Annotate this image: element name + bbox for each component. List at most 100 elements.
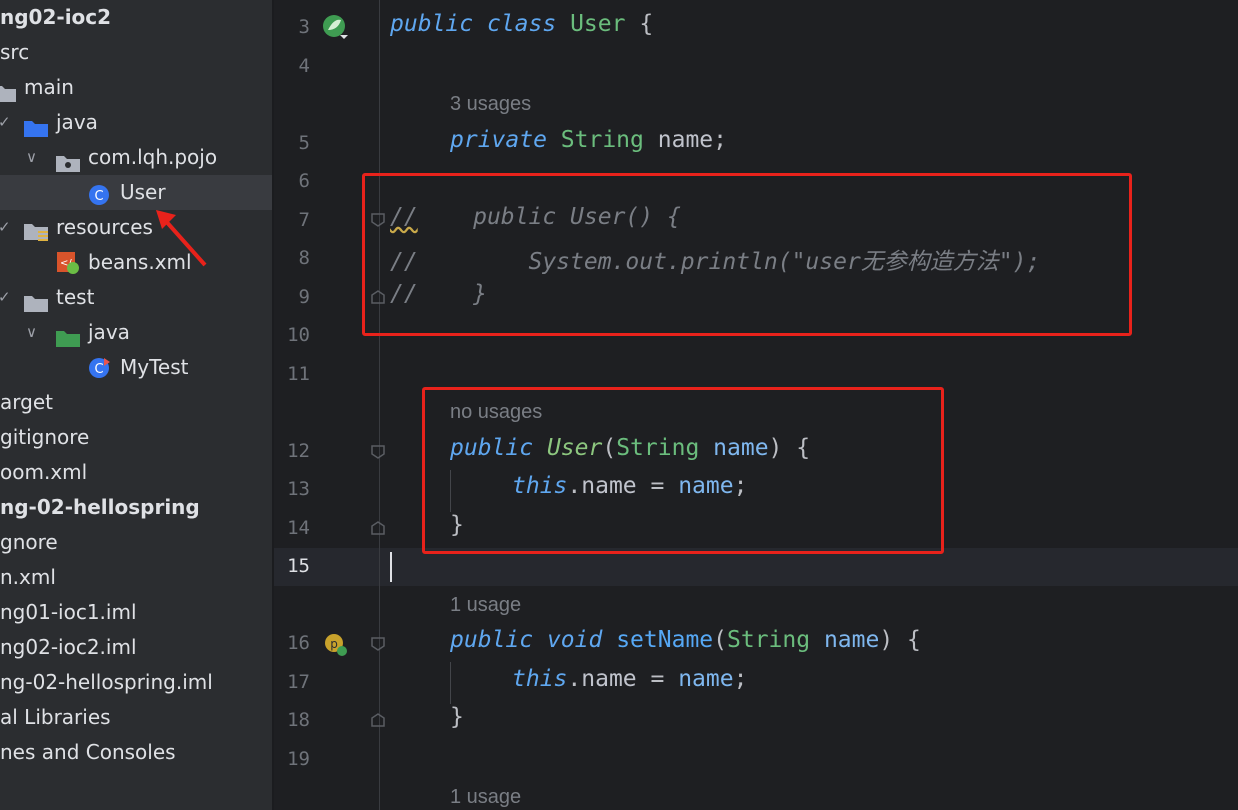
line-number: 6 bbox=[298, 170, 310, 192]
tree-item-package[interactable]: ∨ com.lqh.pojo bbox=[0, 140, 272, 175]
tree-item-label: main bbox=[24, 75, 74, 99]
tree-item-hellospring-iml[interactable]: ng-02-hellospring.iml bbox=[0, 665, 272, 700]
line-number: 12 bbox=[287, 440, 310, 462]
annotation-box-commented-constructor bbox=[362, 173, 1132, 336]
tree-item-label: src bbox=[0, 40, 30, 64]
chevron-down-icon[interactable]: ✓ bbox=[0, 210, 11, 245]
keyword: this bbox=[512, 666, 568, 692]
tree-item-label: n.xml bbox=[0, 565, 56, 589]
code-line-18[interactable]: } bbox=[450, 704, 464, 730]
line-number: 7 bbox=[298, 209, 310, 231]
semicolon: ; bbox=[713, 127, 727, 153]
parameter: name bbox=[678, 666, 734, 692]
code-line-16[interactable]: public void setName(String name) { bbox=[450, 627, 921, 653]
svg-text:C: C bbox=[94, 362, 103, 377]
line-number: 5 bbox=[298, 132, 310, 154]
tree-item-label: com.lqh.pojo bbox=[88, 145, 218, 169]
tree-item-label: arget bbox=[0, 390, 53, 414]
annotation-box-param-constructor bbox=[422, 387, 944, 554]
tree-item-label: oom.xml bbox=[0, 460, 88, 484]
line-number: 17 bbox=[287, 671, 310, 693]
chevron-down-icon[interactable]: ✓ bbox=[0, 280, 11, 315]
tree-item-label: MyTest bbox=[120, 355, 189, 379]
brace: { bbox=[639, 11, 654, 37]
tree-item-label: ng02-ioc2 bbox=[0, 5, 112, 29]
line-number: 3 bbox=[298, 16, 310, 38]
fold-close-icon[interactable] bbox=[371, 521, 385, 535]
tree-item-label: ng-02-hellospring.iml bbox=[0, 670, 213, 694]
fold-close-icon[interactable] bbox=[371, 713, 385, 727]
field: name bbox=[581, 666, 637, 692]
line-number: 16 bbox=[287, 632, 310, 654]
tree-item-module-hellospring[interactable]: ng-02-hellospring bbox=[0, 490, 272, 525]
usage-hint[interactable]: 1 usage bbox=[450, 786, 521, 809]
keyword: public bbox=[450, 627, 534, 653]
tree-item-ioc1-iml[interactable]: ng01-ioc1.iml bbox=[0, 595, 272, 630]
tree-item-label: gnore bbox=[0, 530, 58, 554]
type: String bbox=[727, 627, 811, 653]
tree-item-label: java bbox=[88, 320, 130, 344]
keyword: private bbox=[450, 127, 547, 153]
tree-item-mytest[interactable]: C MyTest bbox=[0, 350, 272, 385]
field: name bbox=[657, 127, 714, 153]
tree-item-main[interactable]: main bbox=[0, 70, 272, 105]
tree-item-ioc2-iml[interactable]: ng02-ioc2.iml bbox=[0, 630, 272, 665]
tree-item-test[interactable]: ✓ test bbox=[0, 280, 272, 315]
tree-item-beans-xml[interactable]: </ beans.xml bbox=[0, 245, 272, 280]
line-number: 8 bbox=[298, 247, 310, 269]
tree-item-label: ng02-ioc2.iml bbox=[0, 635, 137, 659]
tree-item-label: test bbox=[56, 285, 95, 309]
line-number: 9 bbox=[298, 286, 310, 308]
tree-item-label: ng01-ioc1.iml bbox=[0, 600, 137, 624]
annotation-arrow-icon bbox=[156, 210, 207, 267]
line-number: 4 bbox=[298, 55, 310, 77]
code-line-3[interactable]: public class User { bbox=[390, 11, 653, 37]
line-number: 14 bbox=[287, 517, 310, 539]
tree-item-user-class[interactable]: C User bbox=[0, 175, 272, 210]
svg-text:C: C bbox=[94, 189, 103, 204]
class-name: User bbox=[570, 11, 626, 37]
keyword: class bbox=[486, 11, 557, 37]
usage-hint[interactable]: 1 usage bbox=[450, 594, 521, 617]
keyword: void bbox=[546, 627, 603, 653]
tree-item-label: nes and Consoles bbox=[0, 740, 176, 764]
line-number: 15 bbox=[287, 555, 310, 577]
chevron-down-icon[interactable]: ∨ bbox=[26, 315, 37, 350]
tree-item-label: java bbox=[56, 110, 98, 134]
tree-item-gitignore-root[interactable]: gnore bbox=[0, 525, 272, 560]
line-number: 19 bbox=[287, 748, 310, 770]
code-editor[interactable]: 3 4 5 6 7 8 9 10 11 12 13 14 15 16 17 18… bbox=[274, 0, 1238, 810]
fold-open-icon[interactable] bbox=[371, 445, 385, 459]
tree-item-target[interactable]: arget bbox=[0, 385, 272, 420]
line-number: 11 bbox=[287, 363, 310, 385]
property-injection-icon[interactable]: p bbox=[324, 633, 350, 663]
tree-item-java[interactable]: ✓ java bbox=[0, 105, 272, 140]
paren: ( bbox=[713, 627, 727, 653]
spring-bean-icon[interactable] bbox=[322, 14, 350, 46]
tree-item-module-ioc2[interactable]: ng02-ioc2 bbox=[0, 0, 272, 35]
fold-open-icon[interactable] bbox=[371, 637, 385, 651]
chevron-down-icon[interactable]: ✓ bbox=[0, 105, 11, 140]
svg-text:p: p bbox=[330, 637, 338, 651]
dot: . bbox=[567, 666, 582, 692]
tree-item-scratches[interactable]: nes and Consoles bbox=[0, 735, 272, 770]
keyword: public bbox=[390, 11, 474, 37]
code-line-17[interactable]: this.name = name; bbox=[512, 666, 747, 692]
tree-item-src[interactable]: src bbox=[0, 35, 272, 70]
semicolon: ; bbox=[733, 666, 748, 692]
tree-item-label: al Libraries bbox=[0, 705, 111, 729]
method-name: setName bbox=[616, 627, 714, 653]
indent-guide bbox=[450, 662, 451, 704]
tree-item-resources[interactable]: ✓ resources bbox=[0, 210, 272, 245]
text-caret bbox=[390, 552, 392, 582]
line-number: 10 bbox=[287, 324, 310, 346]
usage-hint[interactable]: 3 usages bbox=[450, 93, 531, 116]
tree-item-pom-root[interactable]: n.xml bbox=[0, 560, 272, 595]
chevron-down-icon[interactable]: ∨ bbox=[26, 140, 37, 175]
tree-item-external-libraries[interactable]: al Libraries bbox=[0, 700, 272, 735]
tree-item-test-java[interactable]: ∨ java bbox=[0, 315, 272, 350]
operator: = bbox=[636, 666, 679, 692]
tree-item-gitignore[interactable]: gitignore bbox=[0, 420, 272, 455]
tree-item-pom-xml[interactable]: oom.xml bbox=[0, 455, 272, 490]
code-line-5[interactable]: private String name; bbox=[450, 127, 727, 153]
